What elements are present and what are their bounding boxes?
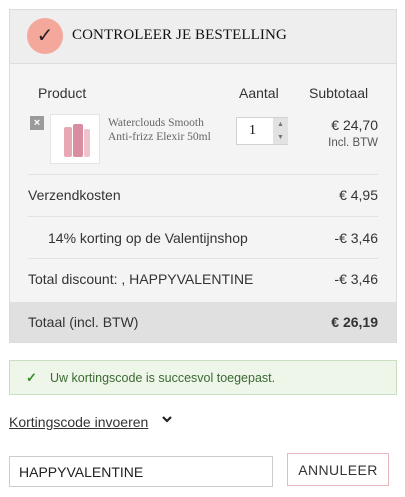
success-message: Uw kortingscode is succesvol toegepast. bbox=[50, 371, 276, 385]
discount-label: 14% korting op de Valentijnshop bbox=[48, 230, 248, 246]
product-name[interactable]: Waterclouds Smooth Anti-frizz Elexir 50m… bbox=[108, 116, 228, 144]
product-image bbox=[50, 114, 100, 164]
order-review-panel: ✓ CONTROLEER JE BESTELLING Product Aanta… bbox=[9, 9, 397, 343]
divider bbox=[28, 174, 378, 175]
increment-arrow-icon[interactable]: ▲ bbox=[273, 118, 288, 131]
total-value: € 26,19 bbox=[331, 314, 378, 330]
quantity-stepper[interactable]: 1 ▲ ▼ bbox=[236, 117, 288, 145]
total-row: Totaal (incl. BTW) € 26,19 bbox=[10, 302, 396, 342]
shipping-label: Verzendkosten bbox=[28, 187, 121, 203]
item-subtotal: € 24,70 bbox=[331, 117, 378, 133]
checkmark-icon: ✓ bbox=[27, 18, 63, 54]
discount-value: -€ 3,46 bbox=[334, 230, 378, 246]
cancel-coupon-button[interactable]: ANNULEER bbox=[287, 453, 389, 486]
total-discount-value: -€ 3,46 bbox=[334, 271, 378, 287]
success-notice: ✓ Uw kortingscode is succesvol toegepast… bbox=[9, 360, 397, 395]
column-header-subtotal: Subtotaal bbox=[309, 85, 369, 101]
shipping-value: € 4,95 bbox=[339, 187, 378, 203]
vat-note: Incl. BTW bbox=[328, 137, 378, 149]
column-header-quantity: Aantal bbox=[239, 85, 279, 101]
order-review-header: ✓ CONTROLEER JE BESTELLING bbox=[10, 10, 396, 64]
decrement-arrow-icon[interactable]: ▼ bbox=[273, 131, 288, 144]
chevron-down-icon[interactable] bbox=[161, 413, 173, 427]
column-header-product: Product bbox=[38, 85, 87, 101]
coupon-toggle-link[interactable]: Kortingscode invoeren bbox=[9, 414, 148, 430]
remove-item-close-icon[interactable]: × bbox=[30, 116, 44, 130]
divider bbox=[28, 258, 378, 259]
total-label: Totaal (incl. BTW) bbox=[28, 314, 139, 330]
checkmark-icon: ✓ bbox=[26, 370, 37, 385]
quantity-value[interactable]: 1 bbox=[249, 123, 256, 139]
divider bbox=[28, 216, 378, 217]
page-title: CONTROLEER JE BESTELLING bbox=[72, 27, 287, 43]
coupon-code-input[interactable] bbox=[9, 456, 273, 487]
total-discount-label: Total discount: , HAPPYVALENTINE bbox=[28, 271, 254, 287]
